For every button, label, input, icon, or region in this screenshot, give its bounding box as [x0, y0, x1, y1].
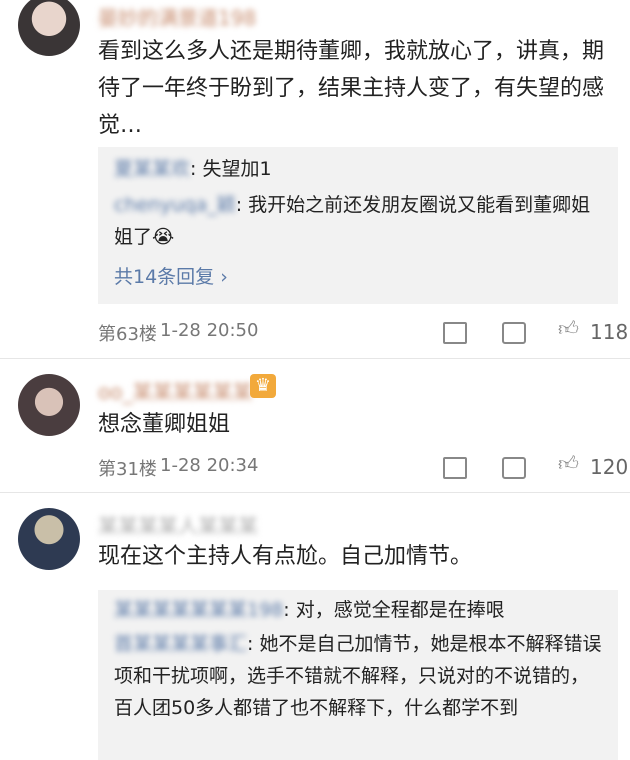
- timestamp: 1-28 20:34: [160, 455, 259, 476]
- username[interactable]: 晏妙的满景道198: [98, 2, 256, 30]
- floor-label: 第63楼: [98, 324, 157, 345]
- crown-icon: ♛: [250, 374, 276, 398]
- share-icon[interactable]: [443, 322, 467, 344]
- reply-username[interactable]: 夏某某欢: [114, 158, 190, 180]
- comment-text: 现在这个主持人有点尬。自己加情节。: [98, 544, 473, 569]
- reply-box[interactable]: 夏某某欢: 失望加1 chenyuqa_颖: 我开始之前还发朋友圈说又能看到董卿…: [98, 147, 618, 304]
- reply-item: 首某某某某事汇: 她不是自己加情节，她是根本不解释错误项和干扰项啊，选手不错就不…: [114, 628, 604, 724]
- username[interactable]: oo_某某某某某某: [98, 376, 252, 404]
- comment-icon[interactable]: [502, 457, 526, 479]
- divider: [0, 492, 630, 493]
- avatar[interactable]: [18, 374, 80, 436]
- comment-text: 看到这么多人还是期待董卿，我就放心了，讲真，期待了一年终于盼到了，结果主持人变了…: [98, 39, 605, 138]
- share-icon[interactable]: [443, 457, 467, 479]
- reply-username[interactable]: 首某某某某事汇: [114, 633, 247, 655]
- like-icon[interactable]: 👍︎: [558, 316, 579, 341]
- reply-item: 某某某某某某某198: 对，感觉全程都是在捧哏: [114, 594, 604, 626]
- reply-username[interactable]: 某某某某某某某198: [114, 599, 283, 621]
- reply-text: : 失望加1: [190, 158, 272, 180]
- comment-item: 某某某某人某某某 现在这个主持人有点尬。自己加情节。 某某某某某某某198: 对…: [0, 494, 630, 760]
- reply-text: : 对，感觉全程都是在捧哏: [283, 599, 505, 621]
- timestamp: 1-28 20:50: [160, 320, 259, 341]
- like-count: 120: [590, 455, 629, 479]
- reply-box[interactable]: 某某某某某某某198: 对，感觉全程都是在捧哏 首某某某某事汇: 她不是自己加情…: [98, 590, 618, 760]
- like-count: 118: [590, 320, 629, 344]
- comment-text: 想念董卿姐姐: [98, 412, 231, 437]
- avatar[interactable]: [18, 508, 80, 570]
- more-replies-link[interactable]: 共14条回复 ›: [114, 262, 228, 289]
- reply-username[interactable]: chenyuqa_颖: [114, 194, 236, 216]
- avatar[interactable]: [18, 0, 80, 56]
- username[interactable]: 某某某某人某某某: [98, 510, 258, 538]
- comment-item: 晏妙的满景道198 看到这么多人还是期待董卿，我就放心了，讲真，期待了一年终于盼…: [0, 0, 630, 358]
- divider: [0, 358, 630, 359]
- like-icon[interactable]: 👍︎: [558, 451, 579, 476]
- comment-item: oo_某某某某某某 ♛ 想念董卿姐姐 第31楼 1-28 20:34 👍︎ 12…: [0, 360, 630, 492]
- floor-label: 第31楼: [98, 459, 157, 480]
- reply-item: 夏某某欢: 失望加1: [114, 153, 604, 185]
- comment-icon[interactable]: [502, 322, 526, 344]
- reply-item: chenyuqa_颖: 我开始之前还发朋友圈说又能看到董卿姐姐了😭: [114, 189, 604, 253]
